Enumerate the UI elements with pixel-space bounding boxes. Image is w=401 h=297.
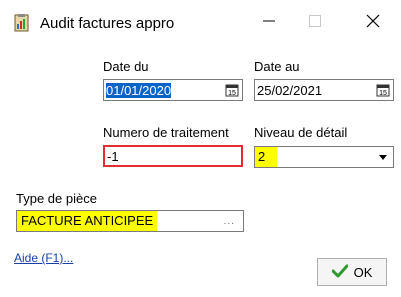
- calendar-icon[interactable]: 15: [376, 83, 390, 97]
- ok-button[interactable]: OK: [317, 258, 387, 286]
- close-icon: [366, 14, 380, 33]
- numero-traitement-label: Numero de traitement: [103, 125, 229, 140]
- numero-traitement-value: -1: [107, 149, 119, 164]
- niveau-detail-select[interactable]: 2: [254, 146, 394, 168]
- title-bar[interactable]: Audit factures appro: [0, 0, 401, 46]
- dialog-body: Date du 01/01/2020 15 Date au 25/02/2021…: [2, 46, 398, 294]
- dialog-window: Audit factures appro Date du 01/01/2020: [0, 0, 401, 297]
- type-piece-label: Type de pièce: [16, 191, 97, 206]
- calendar-icon[interactable]: 15: [225, 83, 239, 97]
- checkmark-icon: [331, 264, 349, 281]
- date-du-field[interactable]: 01/01/2020 15: [103, 79, 243, 101]
- niveau-detail-label: Niveau de détail: [254, 125, 348, 140]
- minimize-icon: [262, 14, 276, 33]
- svg-text:15: 15: [379, 90, 387, 97]
- ok-label: OK: [353, 264, 373, 280]
- browse-button[interactable]: ...: [224, 216, 235, 227]
- date-au-label: Date au: [254, 59, 300, 74]
- type-piece-value: FACTURE ANTICIPEE: [17, 211, 158, 231]
- chevron-down-icon[interactable]: [375, 149, 391, 165]
- close-button[interactable]: [356, 8, 390, 38]
- clipboard-chart-icon: [12, 13, 32, 33]
- date-au-value: 25/02/2021: [257, 83, 323, 98]
- niveau-detail-value: 2: [255, 147, 277, 167]
- date-du-value: 01/01/2020: [106, 83, 172, 98]
- svg-text:15: 15: [228, 90, 236, 97]
- maximize-button: [298, 8, 332, 38]
- help-link[interactable]: Aide (F1)...: [14, 251, 73, 265]
- type-piece-field[interactable]: FACTURE ANTICIPEE ...: [16, 210, 244, 232]
- window-title: Audit factures appro: [40, 15, 175, 32]
- minimize-button[interactable]: [252, 8, 286, 38]
- date-du-label: Date du: [103, 59, 149, 74]
- date-au-field[interactable]: 25/02/2021 15: [254, 79, 394, 101]
- numero-traitement-field[interactable]: -1: [103, 145, 243, 167]
- maximize-icon: [308, 14, 322, 33]
